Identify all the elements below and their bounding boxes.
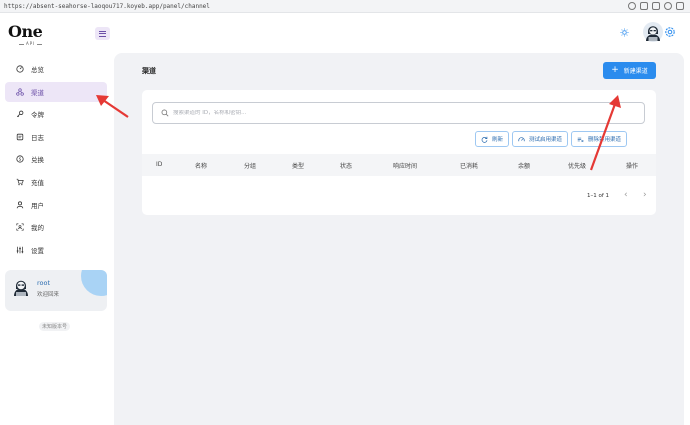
column-header-group[interactable]: 分组 xyxy=(244,161,256,170)
sidebar-item-label: 日志 xyxy=(31,133,44,142)
column-header-used[interactable]: 已消耗 xyxy=(460,161,478,170)
dashboard-icon xyxy=(16,65,24,73)
refresh-icon xyxy=(481,136,488,143)
redeem-icon: $ xyxy=(16,155,24,163)
sidebar-item-profile[interactable]: 我的 xyxy=(5,217,107,237)
delete-disabled-channels-button[interactable]: 删除禁用渠道 xyxy=(571,131,628,147)
column-header-response-time[interactable]: 响应时间 xyxy=(393,161,417,170)
browser-url-bar: https://absent-seahorse-laoqou717.koyeb.… xyxy=(0,0,690,13)
speedometer-icon xyxy=(518,136,525,141)
camera-icon[interactable] xyxy=(652,2,660,10)
extension-icon[interactable] xyxy=(664,2,672,10)
browser-tools xyxy=(628,2,684,10)
column-header-id[interactable]: ID xyxy=(156,161,162,168)
sidebar-item-dashboard[interactable]: 总览 xyxy=(5,59,107,79)
new-channel-button[interactable]: + 新建渠道 xyxy=(603,62,656,79)
user-card[interactable]: root 欢迎回来 xyxy=(5,270,107,311)
sidebar-item-users[interactable]: 用户 xyxy=(5,195,107,215)
column-header-actions: 操作 xyxy=(626,163,639,170)
hacker-avatar-icon xyxy=(14,280,28,296)
logo[interactable]: One xyxy=(8,22,43,41)
user-card-decoration xyxy=(81,270,107,296)
sidebar-item-label: 令牌 xyxy=(31,111,44,120)
link-icon[interactable] xyxy=(628,2,636,10)
next-page-button[interactable]: › xyxy=(643,190,647,200)
pagination-info: 1–1 of 1 xyxy=(587,193,610,199)
delete-disabled-channels-label: 删除禁用渠道 xyxy=(588,137,622,143)
refresh-label: 刷新 xyxy=(492,137,504,143)
sidebar-item-label: 总览 xyxy=(31,66,44,74)
sidebar-item-label: 充值 xyxy=(31,178,44,187)
table-header: ID 名称 分组 类型 状态 响应时间 已消耗 余额 优先级 操作 xyxy=(142,154,656,176)
account-avatar-icon[interactable] xyxy=(643,22,663,42)
svg-text:$: $ xyxy=(19,157,22,163)
logo-subtitle: API xyxy=(17,41,44,46)
version-badge: 未知版本号 xyxy=(39,322,71,331)
column-header-name[interactable]: 名称 xyxy=(195,161,207,170)
sidebar: One API 总览 渠道 令牌 日志 $ 兑换 充值 用户 我的 设置 roo… xyxy=(0,14,114,425)
cart-icon xyxy=(16,178,24,186)
theme-toggle-button[interactable] xyxy=(616,24,632,40)
sidebar-item-label: 我的 xyxy=(31,224,44,233)
sun-icon xyxy=(619,27,629,37)
channel-icon xyxy=(16,87,24,96)
panel-icon[interactable] xyxy=(676,2,684,10)
collapse-sidebar-button[interactable] xyxy=(95,27,110,40)
profile-icon xyxy=(16,223,24,231)
settings-icon xyxy=(16,246,24,254)
page-title: 渠道 xyxy=(142,67,156,75)
sidebar-item-redeem[interactable]: $ 兑换 xyxy=(5,149,107,169)
sidebar-item-label: 设置 xyxy=(31,246,44,255)
gear-icon[interactable] xyxy=(663,25,677,39)
welcome-text: 欢迎回来 xyxy=(37,292,60,298)
action-buttons: 刷新 测试启用渠道 删除禁用渠道 xyxy=(475,131,628,147)
previous-page-button[interactable]: ‹ xyxy=(624,190,628,200)
sidebar-item-channel[interactable]: 渠道 xyxy=(5,81,107,102)
column-header-priority[interactable]: 优先级 xyxy=(568,161,586,170)
sidebar-item-label: 用户 xyxy=(31,201,44,210)
sidebar-item-token[interactable]: 令牌 xyxy=(5,104,107,124)
column-header-balance[interactable]: 余额 xyxy=(518,161,530,170)
key-icon xyxy=(16,110,24,118)
delete-list-icon xyxy=(577,137,584,142)
user-name: root xyxy=(37,279,51,287)
new-channel-label: 新建渠道 xyxy=(623,68,648,75)
screenshot-icon[interactable] xyxy=(640,2,648,10)
sidebar-item-settings[interactable]: 设置 xyxy=(5,240,107,260)
url-text[interactable]: https://absent-seahorse-laoqou717.koyeb.… xyxy=(0,3,210,10)
sidebar-item-label: 渠道 xyxy=(31,88,44,97)
search-box[interactable] xyxy=(152,102,645,124)
log-icon xyxy=(16,133,24,141)
search-input[interactable] xyxy=(173,110,573,116)
column-header-type[interactable]: 类型 xyxy=(292,161,304,170)
user-icon xyxy=(16,200,24,209)
search-icon xyxy=(161,109,169,117)
plus-icon: + xyxy=(611,65,619,75)
sidebar-item-topup[interactable]: 充值 xyxy=(5,172,107,192)
column-header-status[interactable]: 状态 xyxy=(340,161,352,170)
test-enabled-channels-button[interactable]: 测试启用渠道 xyxy=(512,131,569,147)
sidebar-item-log[interactable]: 日志 xyxy=(5,127,107,147)
sidebar-item-label: 兑换 xyxy=(31,156,44,165)
refresh-button[interactable]: 刷新 xyxy=(475,131,510,147)
sidebar-nav: 总览 渠道 令牌 日志 $ 兑换 充值 用户 我的 设置 xyxy=(5,59,107,262)
test-enabled-channels-label: 测试启用渠道 xyxy=(529,137,563,143)
